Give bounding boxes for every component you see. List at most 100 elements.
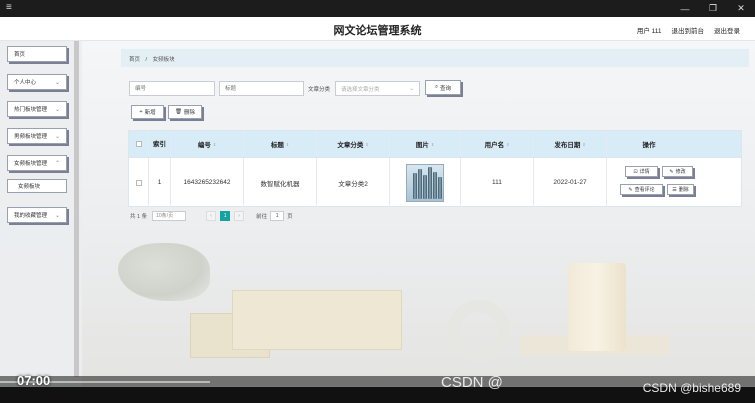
column-header-category[interactable]: 文章分类 ⇕: [317, 131, 390, 157]
column-header-username[interactable]: 用户名 ⇕: [461, 131, 534, 157]
back-to-front-link[interactable]: 退出到前台: [672, 25, 705, 35]
cell-category: 文章分类2: [317, 158, 390, 207]
page-size-value: 10条/页: [156, 213, 174, 219]
goto-page-input[interactable]: 1: [270, 210, 285, 221]
column-header-index: 索引: [149, 131, 171, 157]
row-checkbox[interactable]: [135, 179, 142, 186]
watermark-center: CSDN @: [441, 374, 503, 391]
bulk-delete-button[interactable]: 🗑 删除: [168, 105, 202, 119]
sort-icon: ⇕: [430, 141, 435, 147]
breadcrumb: 首页 / 女频板块: [121, 49, 749, 67]
restore-icon[interactable]: ❐: [699, 0, 727, 17]
column-header-image[interactable]: 图片 ⇕: [390, 131, 461, 157]
page-unit-label: 页: [287, 213, 293, 220]
box-decoration: [232, 290, 402, 350]
next-page-button[interactable]: ›: [234, 210, 245, 221]
cell-date: 2022-01-27: [534, 158, 607, 207]
article-thumbnail[interactable]: [406, 163, 444, 202]
column-header-date[interactable]: 发布日期 ⇕: [534, 131, 607, 157]
minimize-icon[interactable]: —: [671, 0, 699, 17]
watermark-right: CSDN @bishe689: [642, 381, 741, 395]
detail-icon: ⊡: [633, 168, 638, 175]
column-header-label: 编号: [197, 142, 211, 149]
column-header-label: 用户名: [484, 142, 505, 149]
table-header: 索引 编号 ⇕ 标题 ⇕ 文章分类 ⇕ 图片 ⇕ 用户名 ⇕ 发布日期 ⇕ 操作: [129, 131, 741, 157]
app-header: 网文论坛管理系统 用户 111 退出到前台 退出登录: [0, 17, 755, 41]
goto-label: 前往: [256, 213, 268, 220]
delete-button-label: 删除: [183, 110, 195, 116]
sidebar-item-male-board[interactable]: 男频板块管理 ⌄: [7, 128, 67, 144]
sidebar-item-label: 男频板块管理: [14, 134, 48, 140]
sidebar-item-label: 首页: [14, 52, 26, 58]
cylinder-decoration: [568, 263, 626, 351]
sidebar-scrollbar[interactable]: [74, 41, 79, 377]
prev-page-button[interactable]: ‹: [206, 210, 217, 221]
chevron-down-icon: ⌄: [54, 106, 60, 113]
logout-link[interactable]: 退出登录: [714, 25, 740, 35]
page-number-button[interactable]: 1: [220, 210, 231, 221]
hamburger-icon[interactable]: ≡: [6, 3, 12, 13]
plus-icon: +: [139, 109, 143, 115]
video-bottom-bar: [0, 387, 755, 403]
select-all-checkbox[interactable]: [135, 141, 142, 147]
view-comments-button[interactable]: ✎ 查看评论: [620, 184, 663, 195]
sidebar-item-label: 个人中心: [14, 80, 37, 86]
chevron-down-icon: ⌄: [54, 212, 60, 219]
row-delete-button[interactable]: ☰ 删除: [667, 184, 694, 195]
sidebar-item-label: 女频板块: [18, 184, 41, 190]
select-all-cell: [129, 131, 149, 157]
sidebar-item-label: 女频板块管理: [14, 161, 48, 167]
edit-button[interactable]: ✎ 修改: [662, 166, 693, 177]
add-button[interactable]: + 新增: [131, 105, 164, 119]
ring-decoration: [448, 300, 510, 362]
trash-icon: ☰: [672, 186, 677, 193]
sidebar-item-home[interactable]: 首页: [7, 46, 67, 62]
sidebar-item-hot-board[interactable]: 热门板块管理 ⌄: [7, 101, 67, 117]
title-search-input[interactable]: [219, 81, 304, 96]
cell-username: 111: [461, 158, 534, 207]
row-delete-label: 删除: [678, 187, 689, 193]
close-icon[interactable]: ✕: [727, 0, 755, 17]
data-table: 索引 编号 ⇕ 标题 ⇕ 文章分类 ⇕ 图片 ⇕ 用户名 ⇕ 发布日期 ⇕ 操作 1 164…: [128, 130, 742, 207]
sort-icon: ⇕: [212, 141, 217, 147]
row-select-cell: [129, 158, 149, 207]
trash-icon: 🗑: [175, 109, 182, 115]
chevron-down-icon: ⌄: [409, 85, 414, 92]
breadcrumb-separator: /: [145, 57, 148, 63]
column-header-id[interactable]: 编号 ⇕: [171, 131, 244, 157]
column-header-label: 标题: [270, 142, 284, 149]
sort-icon: ⇕: [285, 141, 290, 147]
detail-button[interactable]: ⊡ 详情: [625, 166, 658, 177]
id-search-input[interactable]: [129, 81, 215, 96]
search-icon: ⌕: [434, 84, 439, 90]
chevron-down-icon: ⌄: [54, 79, 60, 86]
chevron-down-icon: ⌄: [54, 133, 60, 140]
query-button-label: 查询: [440, 85, 452, 92]
sidebar-item-profile[interactable]: 个人中心 ⌄: [7, 74, 67, 90]
plant-decoration: [118, 243, 210, 301]
comment-icon: ✎: [628, 186, 633, 193]
cell-title: 数智赋化机器: [244, 158, 317, 207]
category-label: 文章分类: [308, 87, 331, 93]
sort-icon: ⇕: [365, 141, 369, 147]
current-user: 用户 111: [636, 28, 662, 35]
video-progress-bar[interactable]: [0, 376, 755, 387]
sidebar-item-female-board[interactable]: 女频板块管理 ⌃: [7, 155, 67, 171]
sidebar-subitem-female-board[interactable]: 女频板块: [7, 179, 67, 193]
page-size-select[interactable]: 10条/页: [152, 210, 187, 221]
breadcrumb-home[interactable]: 首页: [129, 57, 140, 63]
query-button[interactable]: ⌕ 查询: [425, 80, 461, 95]
category-select[interactable]: 请选择文章分类 ⌄: [335, 81, 420, 96]
cell-actions: ⊡ 详情 ✎ 修改 ✎ 查看评论 ☰ 删除: [607, 158, 694, 207]
sidebar-item-favorites[interactable]: 我的收藏管理 ⌄: [7, 207, 67, 223]
pagination: 共 1 条 10条/页 ‹ 1 › 前往 1 页: [130, 210, 293, 221]
category-select-placeholder: 请选择文章分类: [341, 86, 380, 93]
edit-button-label: 修改: [675, 169, 686, 175]
video-timestamp: 07:00: [17, 373, 51, 388]
detail-button-label: 详情: [639, 169, 650, 175]
edit-icon: ✎: [669, 168, 674, 175]
column-header-title[interactable]: 标题 ⇕: [244, 131, 317, 157]
window-titlebar: ≡ — ❐ ✕: [0, 0, 755, 17]
column-header-label: 图片: [415, 142, 429, 149]
column-header-label: 发布日期: [554, 142, 581, 149]
